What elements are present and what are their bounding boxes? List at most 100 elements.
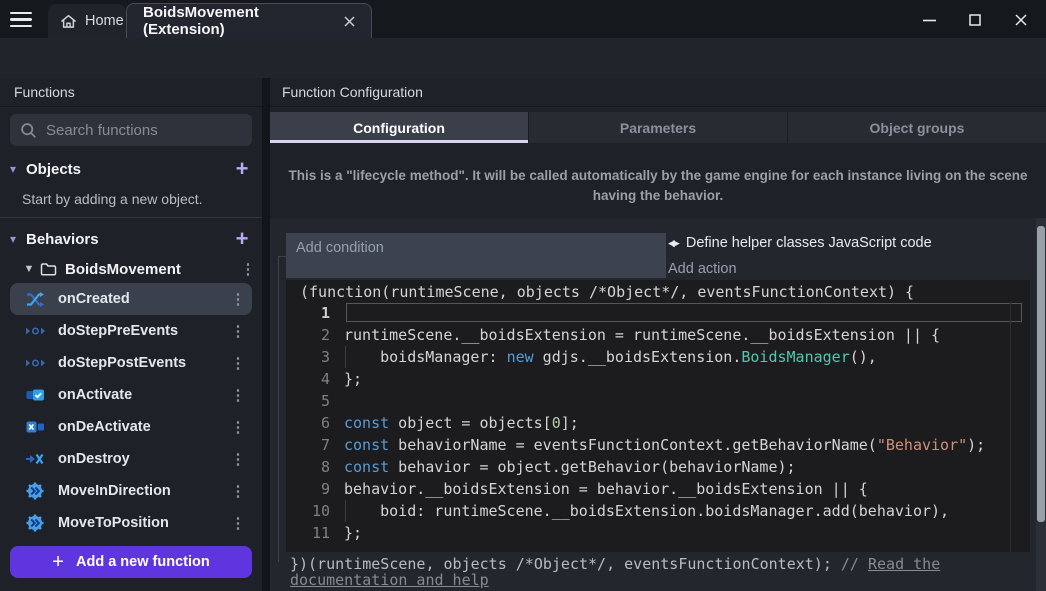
gear-icon [26,514,48,532]
function-item-ondestroy[interactable]: onDestroy⋮ [10,443,252,475]
function-item-movetoposition[interactable]: MoveToPosition⋮ [10,507,252,539]
step-icon [26,358,48,368]
function-item-label: onDeActivate [58,419,224,435]
events-scrollbar-thumb[interactable] [1037,226,1045,522]
lifecycle-description: This is a "lifecycle method". It will be… [288,166,1028,206]
code-line[interactable]: 5 [286,390,1030,412]
code-line[interactable]: 4}; [286,368,1030,390]
line-number: 7 [286,434,330,456]
line-number: 1 [286,302,330,324]
functions-sidebar: Functions ▾ Objects + Start by adding a … [0,78,262,591]
objects-section-header: ▾ Objects + [0,154,262,184]
add-action-link[interactable]: Add action [668,261,737,277]
kebab-menu-icon[interactable]: ⋮ [224,450,252,468]
tab-parameters[interactable]: Parameters [528,112,787,143]
line-number: 2 [286,324,330,346]
add-condition-cell[interactable]: Add condition [286,233,666,278]
kebab-menu-icon[interactable]: ⋮ [224,482,252,500]
tab-configuration[interactable]: Configuration [270,112,528,143]
tab-label: Configuration [353,120,445,136]
divider [270,106,1046,107]
behavior-folder-row[interactable]: ▼ BoidsMovement ⋮ [0,256,262,282]
function-item-dosteppostevents[interactable]: doStepPostEvents⋮ [10,347,252,379]
js-code-event-title-label: Define helper classes JavaScript code [686,235,932,251]
function-item-dosteppreevents[interactable]: doStepPreEvents⋮ [10,315,252,347]
code-line[interactable]: 2runtimeScene.__boidsExtension = runtime… [286,324,1030,346]
line-number: 9 [286,478,330,500]
code-line[interactable]: 6 const object = objects[0]; [286,412,1030,434]
tab-home[interactable]: Home [48,4,126,38]
chevron-down-icon[interactable]: ▾ [0,232,26,246]
add-object-button[interactable]: + [222,158,262,180]
chevron-down-icon[interactable]: ▾ [0,162,26,176]
add-new-function-label: Add a new function [76,554,210,570]
tab-label: Parameters [620,120,696,136]
line-number: 5 [286,390,330,412]
indent-guide [345,346,346,368]
configuration-tabs: Configuration Parameters Object groups [270,112,1046,143]
js-code-event-title[interactable]: ◀▶ Define helper classes JavaScript code [668,235,932,251]
code-text: boid: runtimeScene.__boidsExtension.boid… [344,500,1030,522]
house-icon [60,14,77,29]
function-item-oncreated[interactable]: onCreated⋮ [10,283,252,315]
tab-active-label: BoidsMovement (Extension) [143,4,339,38]
window-maximize-button[interactable] [958,8,992,32]
function-item-onactivate[interactable]: onActivate⋮ [10,379,252,411]
search-functions-input[interactable] [46,122,226,139]
tab-boidsmovement-extension[interactable]: BoidsMovement (Extension) [126,3,372,38]
checkbox-off-icon [26,421,48,433]
code-line[interactable]: 3 boidsManager: new gdjs.__boidsExtensio… [286,346,1030,368]
code-text: }; [344,522,1030,544]
search-box[interactable] [10,114,252,146]
kebab-menu-icon[interactable]: ⋮ [224,386,252,404]
function-configuration-panel: Function Configuration ConfigurationPara… [270,78,1046,591]
code-text: const behavior = object.getBehavior(beha… [344,456,1030,478]
kebab-menu-icon[interactable]: ⋮ [224,322,252,340]
code-line[interactable]: 9behavior.__boidsExtension = behavior.__… [286,478,1030,500]
code-text [344,390,1030,412]
kebab-menu-icon[interactable]: ⋮ [224,418,252,436]
code-header-line: (function(runtimeScene, objects /*Object… [300,282,914,302]
hamburger-menu-icon[interactable] [10,12,32,27]
function-item-moveindirection[interactable]: MoveInDirection⋮ [10,475,252,507]
function-item-label: onDestroy [58,451,224,467]
events-scrollbar-track[interactable] [1036,218,1046,591]
plus-icon: + [52,552,64,572]
tab-object-groups[interactable]: Object groups [787,112,1046,143]
behaviors-section-title: Behaviors [26,231,222,248]
code-line[interactable]: 1 [286,302,1030,324]
code-text: boidsManager: new gdjs.__boidsExtension.… [344,346,1030,368]
kebab-menu-icon[interactable]: ⋮ [234,260,262,278]
window-close-button[interactable] [1004,8,1038,32]
window-minimize-button[interactable] [912,8,946,32]
js-code-editor[interactable]: (function(runtimeScene, objects /*Object… [286,280,1030,552]
function-list: onCreated⋮doStepPreEvents⋮doStepPostEven… [10,283,252,539]
add-behavior-button[interactable]: + [222,228,262,250]
code-line[interactable]: 8const behavior = object.getBehavior(beh… [286,456,1030,478]
code-line[interactable]: 10 boid: runtimeScene.__boidsExtension.b… [286,500,1030,522]
divider [0,217,262,218]
function-item-label: onCreated [58,291,224,307]
line-number: 10 [286,500,330,522]
code-text: const behaviorName = eventsFunctionConte… [344,434,1030,456]
kebab-menu-icon[interactable]: ⋮ [224,290,252,308]
title-bar: Home BoidsMovement (Extension) [0,0,1046,38]
chevron-down-icon[interactable]: ▼ [18,263,40,275]
kebab-menu-icon[interactable]: ⋮ [224,514,252,532]
add-new-function-button[interactable]: + Add a new function [10,546,252,578]
code-icon: ◀▶ [668,238,678,249]
objects-empty-text: Start by adding a new object. [22,191,203,207]
code-text: }; [344,368,1030,390]
line-number: 6 [286,412,330,434]
kebab-menu-icon[interactable]: ⋮ [224,354,252,372]
tab-label: Object groups [870,120,965,136]
search-icon [20,122,37,139]
function-item-ondeactivate[interactable]: onDeActivate⋮ [10,411,252,443]
line-number: 4 [286,368,330,390]
code-footer-line: })(runtimeScene, objects /*Object*/, eve… [290,556,1032,588]
code-line[interactable]: 7 const behaviorName = eventsFunctionCont… [286,434,1030,456]
code-text [344,302,1030,324]
code-line[interactable]: 11}; [286,522,1030,544]
tab-close-icon[interactable] [339,11,359,31]
code-text: const object = objects[0]; [344,412,1030,434]
